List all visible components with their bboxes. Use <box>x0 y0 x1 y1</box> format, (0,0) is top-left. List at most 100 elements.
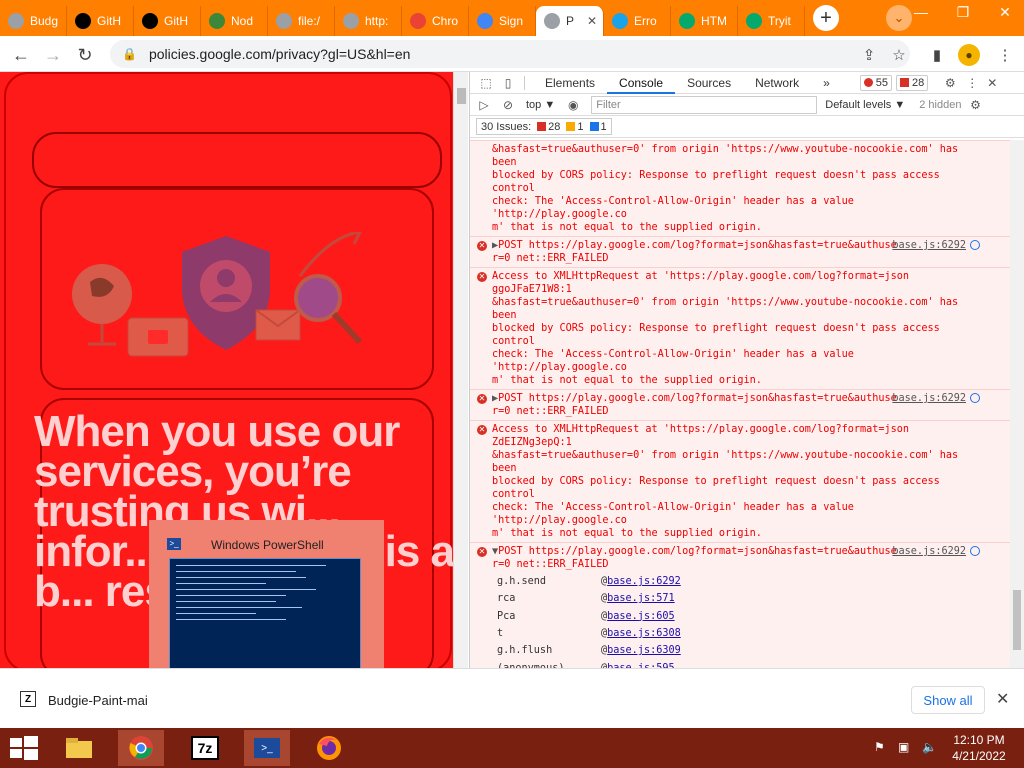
share-icon[interactable]: ⇪ <box>858 44 880 66</box>
forward-button[interactable]: → <box>40 42 66 68</box>
browser-toolbar: ← → ↻ 🔒 policies.google.com/privacy?gl=U… <box>0 36 1024 72</box>
stack-source-link[interactable]: base.js:6308 <box>607 628 681 639</box>
browser-tab[interactable]: Tryit <box>738 6 805 36</box>
file-explorer-taskbar-icon[interactable] <box>56 730 102 766</box>
start-button[interactable] <box>10 736 38 760</box>
flag-tray-icon[interactable]: ⚑ <box>874 740 885 754</box>
devtools-tab[interactable]: Network <box>743 72 811 94</box>
source-link[interactable]: base.js:6292 <box>892 392 966 405</box>
context-selector[interactable]: top ▼ <box>526 99 555 111</box>
inspect-element-icon[interactable]: ⬚ <box>478 75 494 91</box>
stack-source-link[interactable]: base.js:571 <box>607 593 674 604</box>
browser-tab[interactable]: P ✕ <box>536 6 604 36</box>
devtools-tab-bar: ⬚ ▯ Elements Console Sources Network» 55 28… <box>470 72 1024 94</box>
error-count: 55 <box>875 76 889 89</box>
powershell-taskbar-icon[interactable]: >_ <box>244 730 290 766</box>
download-item-name[interactable]: Budgie-Paint-mai <box>48 693 148 708</box>
sidebar-toggle-icon[interactable]: ▷ <box>476 97 492 113</box>
show-all-button[interactable]: Show all <box>911 686 985 714</box>
devtools-tab[interactable]: Elements <box>533 72 607 94</box>
divider <box>524 75 525 90</box>
stack-source-link[interactable]: base.js:605 <box>607 611 674 622</box>
browser-tab[interactable]: file:/ <box>268 6 335 36</box>
play-icon <box>612 13 628 29</box>
console-filter-input[interactable]: Filter <box>591 95 818 114</box>
console-scrollbar[interactable] <box>1010 140 1024 668</box>
tab-label: Erro <box>634 14 657 28</box>
clock-date: 4/21/2022 <box>952 749 1006 763</box>
source-link[interactable]: base.js:6292 <box>892 545 966 558</box>
close-devtools-icon[interactable]: ✕ <box>984 75 1000 91</box>
devtools-tab[interactable]: Sources <box>675 72 743 94</box>
reload-button[interactable]: ↻ <box>72 42 98 68</box>
stack-source-link[interactable]: base.js:6309 <box>607 645 681 656</box>
error-icon: ✕ <box>477 241 487 251</box>
source-link[interactable]: base.js:6292 <box>892 239 966 252</box>
system-clock[interactable]: 12:10 PM 4/21/2022 <box>944 732 1014 764</box>
browser-tab[interactable]: HTM <box>671 6 738 36</box>
error-icon: ✕ <box>477 272 487 282</box>
chrome-taskbar-icon[interactable] <box>118 730 164 766</box>
stack-source-link[interactable]: base.js:6292 <box>607 576 681 587</box>
browser-tab[interactable]: http: <box>335 6 402 36</box>
error-count-badge[interactable]: 55 <box>859 74 893 91</box>
message-text: POST https://play.google.com/log?format=… <box>498 240 897 251</box>
profile-avatar[interactable]: ● <box>958 44 980 66</box>
devtools-menu-icon[interactable]: ⋮ <box>964 75 980 91</box>
firefox-taskbar-icon[interactable] <box>306 730 352 766</box>
device-toolbar-icon[interactable]: ▯ <box>500 75 516 91</box>
browser-tab[interactable]: Budg <box>0 6 67 36</box>
7zip-taskbar-icon[interactable]: 7z <box>182 730 228 766</box>
filter-placeholder: Filter <box>596 98 621 111</box>
minimize-button[interactable]: — <box>904 0 938 24</box>
restore-button[interactable]: ❐ <box>946 0 980 24</box>
clear-console-icon[interactable]: ⊘ <box>500 97 516 113</box>
devtools-tab[interactable]: Console <box>607 72 676 94</box>
globe-icon <box>276 13 292 29</box>
bookmark-star-icon[interactable]: ☆ <box>888 44 910 66</box>
log-levels-dropdown[interactable]: Default levels ▼ <box>825 99 905 111</box>
console-scroll-thumb[interactable] <box>1013 590 1021 650</box>
close-download-bar-button[interactable]: ✕ <box>996 689 1009 709</box>
github-icon <box>142 13 158 29</box>
console-settings-icon[interactable]: ⚙ <box>967 97 983 113</box>
side-panel-icon[interactable]: ▮ <box>926 44 948 66</box>
eye-icon[interactable]: ◉ <box>565 97 581 113</box>
reload-icon[interactable] <box>970 546 980 556</box>
browser-tab[interactable]: GitH <box>67 6 134 36</box>
console-error-message[interactable]: ✕ ▼POST https://play.google.com/log?forma… <box>470 542 1010 573</box>
error-icon <box>863 78 873 87</box>
browser-tab[interactable]: Nod <box>201 6 268 36</box>
devtools-tab[interactable]: » <box>811 72 842 94</box>
issues-button[interactable]: 30 Issues: 28 1 1 <box>476 118 612 135</box>
volume-tray-icon[interactable]: 🔈 <box>922 740 937 754</box>
page-card-outline <box>32 132 442 188</box>
back-button[interactable]: ← <box>8 42 34 68</box>
address-bar[interactable]: 🔒 policies.google.com/privacy?gl=US&hl=e… <box>110 40 910 68</box>
message-line: check: The 'Access-Control-Allow-Origin'… <box>492 502 854 526</box>
issue-warning-count: 1 <box>577 120 584 133</box>
console-error-message[interactable]: ✕ Access to XMLHttpRequest at 'https://pl… <box>470 267 1010 389</box>
close-window-button[interactable]: ✕ <box>988 0 1022 24</box>
console-error-message[interactable]: ✕ ▶POST https://play.google.com/log?forma… <box>470 389 1010 420</box>
reload-icon[interactable] <box>970 393 980 403</box>
warning-count-badge[interactable]: 28 <box>896 74 929 91</box>
console-error-message[interactable]: &hasfast=true&authuser=0' from origin 'h… <box>470 140 1010 236</box>
node-icon <box>209 13 225 29</box>
network-tray-icon[interactable]: ▣ <box>898 740 909 754</box>
page-scroll-thumb[interactable] <box>457 88 466 104</box>
browser-tab[interactable]: Erro <box>604 6 671 36</box>
menu-kebab-icon[interactable]: ⋮ <box>994 44 1016 66</box>
close-tab-icon[interactable]: ✕ <box>587 14 597 28</box>
new-tab-button[interactable]: + <box>813 5 839 31</box>
reload-icon[interactable] <box>970 240 980 250</box>
browser-tab[interactable]: GitH <box>134 6 201 36</box>
console-error-message[interactable]: ✕ Access to XMLHttpRequest at 'https://pl… <box>470 420 1010 542</box>
browser-tab[interactable]: Sign <box>469 6 536 36</box>
stack-frame: g.h.flush @ base.js:6309 <box>492 642 1010 659</box>
settings-gear-icon[interactable]: ⚙ <box>942 75 958 91</box>
tab-label: GitH <box>97 14 121 28</box>
console-error-message[interactable]: ✕ ▶POST https://play.google.com/log?forma… <box>470 236 1010 267</box>
page-scrollbar[interactable] <box>453 72 468 668</box>
browser-tab[interactable]: Chro <box>402 6 469 36</box>
